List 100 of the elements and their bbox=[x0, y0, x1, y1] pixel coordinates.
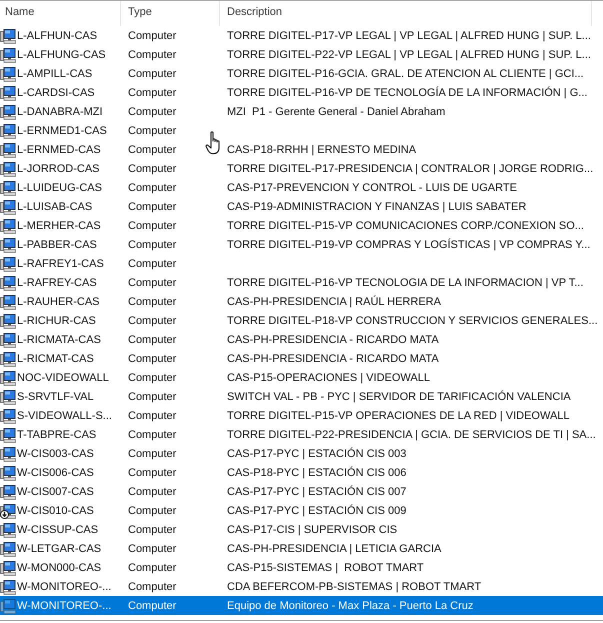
computer-name: L-MERHER-CAS bbox=[17, 220, 101, 232]
description-text: CDA BEFERCOM-PB-SISTEMAS | ROBOT TMART bbox=[227, 580, 482, 592]
computer-name: L-ERNMED1-CAS bbox=[17, 124, 107, 136]
list-row[interactable]: S-VIDEOWALL-S... Computer TORRE DIGITEL-P15-VP OPERACIONES DE LA RED | VIDEOWALL bbox=[0, 406, 603, 425]
list-row[interactable]: L-DANABRA-MZI Computer MZI P1 - Gerente General - Daniel Abraham bbox=[0, 102, 603, 121]
list-row[interactable]: L-RAUHER-CAS Computer CAS-PH-PRESIDENCIA | RAÚL HERRERA bbox=[0, 292, 603, 311]
description-text: TORRE DIGITEL-P15-VP OPERACIONES DE LA RED | VIDEOWALL bbox=[227, 410, 570, 422]
list-row[interactable]: L-ALFHUN-CAS Computer TORRE DIGITEL-P17-VP LEGAL | VP LEGAL | ALFRED HUNG | SUP. L... bbox=[0, 26, 603, 45]
list-row[interactable]: W-CIS006-CAS Computer CAS-P18-PYC | ESTACIÓN CIS 006 bbox=[0, 463, 603, 482]
list-row[interactable]: L-RICMAT-CAS Computer CAS-PH-PRESIDENCIA - RICARDO MATA bbox=[0, 349, 603, 368]
type-text: Computer bbox=[128, 542, 176, 554]
type-text: Computer bbox=[128, 200, 176, 212]
type-text: Computer bbox=[128, 352, 176, 364]
computer-name: L-RAUHER-CAS bbox=[17, 296, 100, 308]
description-text: CAS-P19-ADMINISTRACION Y FINANZAS | LUIS SABATER bbox=[227, 200, 526, 212]
list-row[interactable]: T-TABPRE-CAS Computer TORRE DIGITEL-P22-PRESIDENCIA | GCIA. DE SERVICIOS DE TI | SA... bbox=[0, 425, 603, 444]
list-row[interactable]: L-JORROD-CAS Computer TORRE DIGITEL-P17-PRESIDENCIA | CONTRALOR | JORGE RODRIG... bbox=[0, 159, 603, 178]
type-text: Computer bbox=[128, 410, 176, 422]
type-text: Computer bbox=[128, 562, 176, 574]
computer-name: W-LETGAR-CAS bbox=[17, 542, 102, 554]
hand-cursor-icon bbox=[205, 131, 222, 155]
computer-name: W-MON000-CAS bbox=[17, 562, 102, 574]
list-row[interactable]: W-MONITOREO-... Computer Equipo de Monitoreo - Max Plaza - Puerto La Cruz bbox=[0, 596, 603, 615]
description-text: TORRE DIGITEL-P22-PRESIDENCIA | GCIA. DE SERVICIOS DE TI | SA... bbox=[227, 428, 596, 440]
type-text: Computer bbox=[128, 162, 176, 174]
list-row[interactable]: L-RAFREY-CAS Computer TORRE DIGITEL-P16-VP TECNOLOGIA DE LA INFORMACION | VP T... bbox=[0, 273, 603, 292]
description-text: CAS-PH-PRESIDENCIA | RAÚL HERRERA bbox=[227, 296, 441, 308]
computer-name: L-JORROD-CAS bbox=[17, 162, 100, 174]
type-text: Computer bbox=[128, 296, 176, 308]
list-row[interactable]: L-CARDSI-CAS Computer TORRE DIGITEL-P16-VP DE TECNOLOGÍA DE LA INFORMACIÓN | G... bbox=[0, 83, 603, 102]
description-text: TORRE DIGITEL-P17-PRESIDENCIA | CONTRALOR | JORGE RODRIG... bbox=[227, 162, 594, 174]
computer-name: S-SRVTLF-VAL bbox=[17, 390, 94, 402]
computer-name: L-RICMAT-CAS bbox=[17, 352, 94, 364]
type-text: Computer bbox=[128, 390, 176, 402]
description-text: TORRE DIGITEL-P22-VP LEGAL | VP LEGAL | ALFRED HUNG | SUP. L... bbox=[227, 48, 591, 60]
computer-name: L-LUISAB-CAS bbox=[17, 200, 92, 212]
list-row[interactable]: NOC-VIDEOWALL Computer CAS-P15-OPERACIONES | VIDEOWALL bbox=[0, 368, 603, 387]
list-row[interactable]: W-MON000-CAS Computer CAS-P15-SISTEMAS | ROBOT TMART bbox=[0, 558, 603, 577]
type-text: Computer bbox=[128, 106, 176, 118]
computer-name: W-CIS003-CAS bbox=[17, 448, 94, 460]
computer-name: L-RAFREY-CAS bbox=[17, 276, 97, 288]
description-text: CAS-P17-PYC | ESTACIÓN CIS 009 bbox=[227, 504, 406, 516]
type-text: Computer bbox=[128, 486, 176, 498]
list-row[interactable]: W-LETGAR-CAS Computer CAS-PH-PRESIDENCIA | LETICIA GARCIA bbox=[0, 539, 603, 558]
description-text: TORRE DIGITEL-P17-VP LEGAL | VP LEGAL | ALFRED HUNG | SUP. L... bbox=[227, 30, 591, 42]
list-row[interactable]: L-RICMATA-CAS Computer CAS-PH-PRESIDENCIA - RICARDO MATA bbox=[0, 330, 603, 349]
computer-name: L-AMPILL-CAS bbox=[17, 68, 92, 80]
list-row[interactable]: L-LUIDEUG-CAS Computer CAS-P17-PREVENCION Y CONTROL - LUIS DE UGARTE bbox=[0, 178, 603, 197]
type-text: Computer bbox=[128, 466, 176, 478]
description-text: CAS-P15-OPERACIONES | VIDEOWALL bbox=[227, 372, 430, 384]
type-text: Computer bbox=[128, 86, 176, 98]
computer-name: NOC-VIDEOWALL bbox=[17, 372, 109, 384]
computer-name: L-CARDSI-CAS bbox=[17, 86, 95, 98]
list-row[interactable]: L-ALFHUNG-CAS Computer TORRE DIGITEL-P22-VP LEGAL | VP LEGAL | ALFRED HUNG | SUP. L... bbox=[0, 45, 603, 64]
description-text: CAS-P17-PYC | ESTACIÓN CIS 007 bbox=[227, 486, 406, 498]
list-row[interactable]: L-RAFREY1-CAS Computer bbox=[0, 254, 603, 273]
list-row[interactable]: L-MERHER-CAS Computer TORRE DIGITEL-P15-VP COMUNICACIONES CORP./CONEXION SO... bbox=[0, 216, 603, 235]
list-row[interactable]: L-PABBER-CAS Computer TORRE DIGITEL-P19-VP COMPRAS Y LOGÍSTICAS | VP COMPRAS Y... bbox=[0, 235, 603, 254]
description-text: TORRE DIGITEL-P15-VP COMUNICACIONES CORP./CONEXION SO... bbox=[227, 220, 584, 232]
type-text: Computer bbox=[128, 428, 176, 440]
list-row[interactable]: S-SRVTLF-VAL Computer SWITCH VAL - PB - PYC | SERVIDOR DE TARIFICACIÓN VALENCIA bbox=[0, 387, 603, 406]
description-text: CAS-PH-PRESIDENCIA - RICARDO MATA bbox=[227, 334, 439, 346]
type-text: Computer bbox=[128, 238, 176, 250]
list-row[interactable]: L-LUISAB-CAS Computer CAS-P19-ADMINISTRACION Y FINANZAS | LUIS SABATER bbox=[0, 197, 603, 216]
list-row[interactable]: L-RICHUR-CAS Computer TORRE DIGITEL-P18-VP CONSTRUCCION Y SERVICIOS GENERALES... bbox=[0, 311, 603, 330]
description-text: CAS-P15-SISTEMAS | ROBOT TMART bbox=[227, 562, 424, 574]
type-text: Computer bbox=[128, 580, 176, 592]
computer-name: L-RAFREY1-CAS bbox=[17, 258, 104, 270]
type-text: Computer bbox=[128, 334, 176, 346]
description-text: CAS-P17-PYC | ESTACIÓN CIS 003 bbox=[227, 448, 406, 460]
type-text: Computer bbox=[128, 182, 176, 194]
list-row[interactable]: L-ERNMED1-CAS Computer bbox=[0, 121, 603, 140]
list-row[interactable]: W-CIS003-CAS Computer CAS-P17-PYC | ESTACIÓN CIS 003 bbox=[0, 444, 603, 463]
description-text: MZI P1 - Gerente General - Daniel Abraham bbox=[227, 106, 446, 118]
description-text: CAS-P18-RRHH | ERNESTO MEDINA bbox=[227, 144, 416, 156]
list-row[interactable]: W-MONITOREO-... Computer CDA BEFERCOM-PB-SISTEMAS | ROBOT TMART bbox=[0, 577, 603, 596]
type-text: Computer bbox=[128, 372, 176, 384]
type-text: Computer bbox=[128, 144, 176, 156]
computer-name: L-RICHUR-CAS bbox=[17, 314, 96, 326]
description-text: Equipo de Monitoreo - Max Plaza - Puerto La Cruz bbox=[227, 600, 474, 612]
type-text: Computer bbox=[128, 258, 176, 270]
type-text: Computer bbox=[128, 48, 176, 60]
computer-name: W-CIS006-CAS bbox=[17, 466, 94, 478]
type-text: Computer bbox=[128, 600, 176, 612]
computer-name: L-LUIDEUG-CAS bbox=[17, 182, 102, 194]
type-text: Computer bbox=[128, 30, 176, 42]
list-row[interactable]: W-CISSUP-CAS Computer CAS-P17-CIS | SUPERVISOR CIS bbox=[0, 520, 603, 539]
type-text: Computer bbox=[128, 504, 176, 516]
description-text: TORRE DIGITEL-P18-VP CONSTRUCCION Y SERVICIOS GENERALES... bbox=[227, 314, 598, 326]
list-row[interactable]: L-ERNMED-CAS Computer CAS-P18-RRHH | ERNESTO MEDINA bbox=[0, 140, 603, 159]
computer-name: W-CISSUP-CAS bbox=[17, 524, 98, 536]
computer-name: W-MONITOREO-... bbox=[17, 600, 112, 612]
description-text: CAS-P18-PYC | ESTACIÓN CIS 006 bbox=[227, 466, 406, 478]
list-row[interactable]: W-CIS007-CAS Computer CAS-P17-PYC | ESTACIÓN CIS 007 bbox=[0, 482, 603, 501]
description-text: TORRE DIGITEL-P16-VP TECNOLOGIA DE LA INFORMACION | VP T... bbox=[227, 276, 584, 288]
computer-name: W-MONITOREO-... bbox=[17, 580, 112, 592]
list-row[interactable]: L-AMPILL-CAS Computer TORRE DIGITEL-P16-GCIA. GRAL. DE ATENCION AL CLIENTE | GCI... bbox=[0, 64, 603, 83]
computer-name: L-ALFHUNG-CAS bbox=[17, 48, 106, 60]
type-text: Computer bbox=[128, 524, 176, 536]
description-text: SWITCH VAL - PB - PYC | SERVIDOR DE TARIFICACIÓN VALENCIA bbox=[227, 390, 571, 402]
